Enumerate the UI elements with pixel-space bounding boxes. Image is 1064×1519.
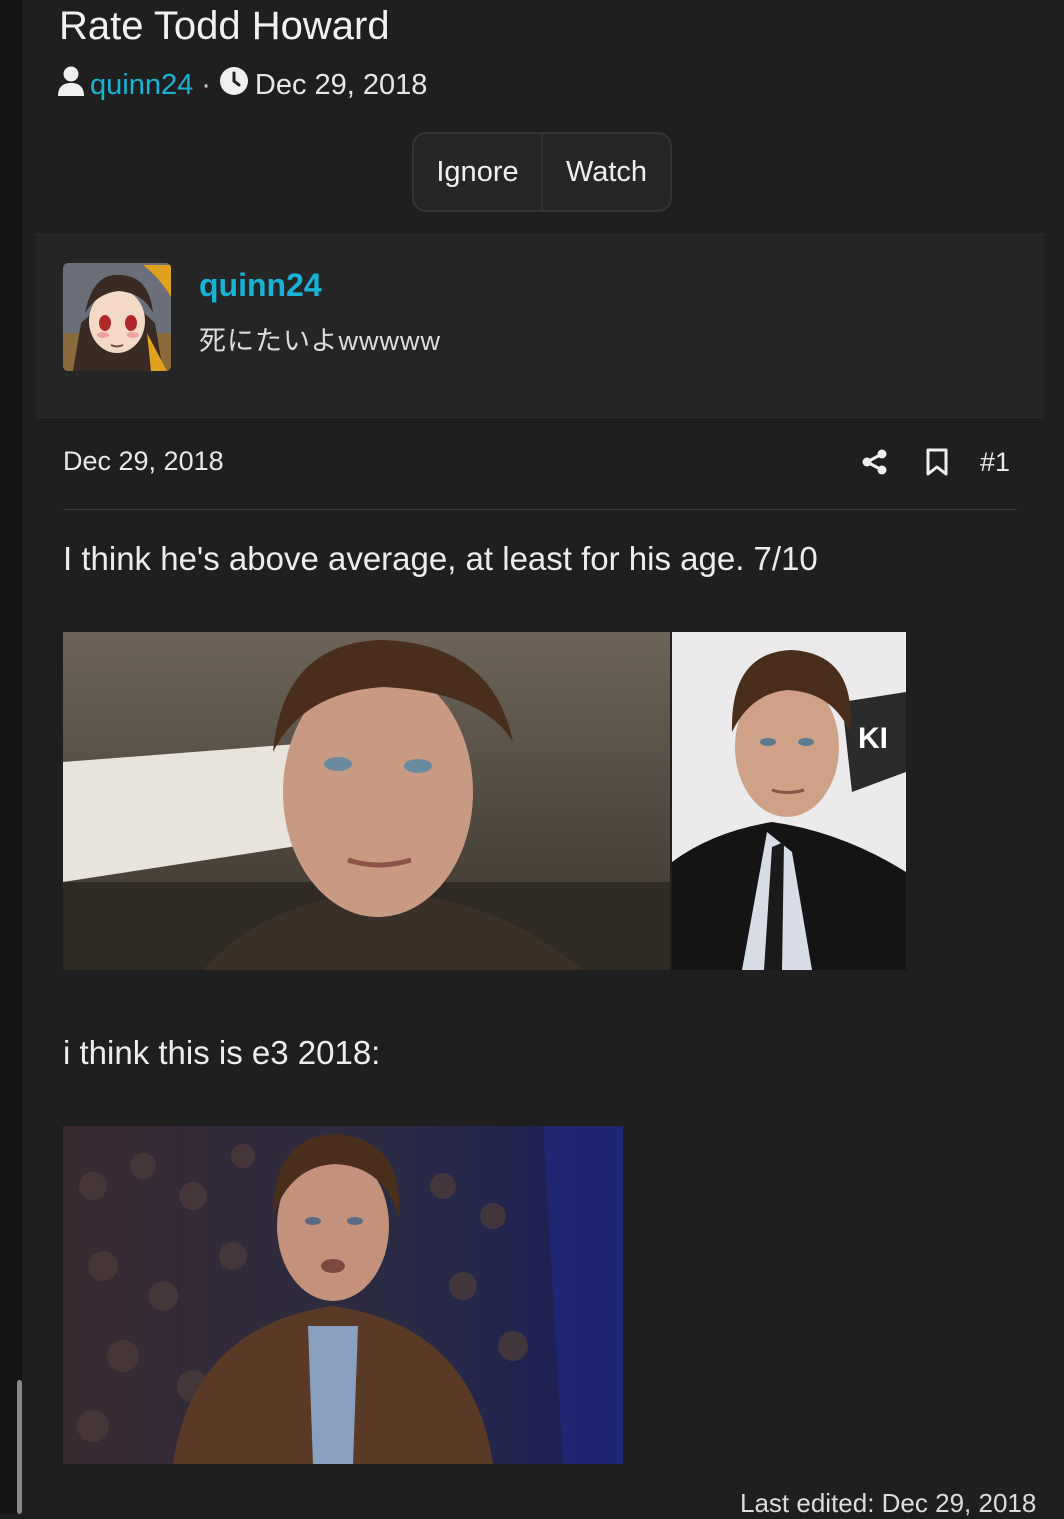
thread-page: Rate Todd Howard quinn24 · Dec 29, 2018 … <box>22 0 1064 1518</box>
post-username[interactable]: quinn24 <box>199 267 322 304</box>
meta-separator: · <box>201 68 211 101</box>
thread-title: Rate Todd Howard <box>59 4 390 48</box>
clock-icon <box>219 66 249 104</box>
thread-action-buttons: Ignore Watch <box>412 132 672 212</box>
ignore-button[interactable]: Ignore <box>414 134 541 210</box>
post-text-2: i think this is e3 2018: <box>63 1034 381 1071</box>
post-image-portrait-closeup[interactable] <box>63 632 670 970</box>
post-header-divider <box>63 509 1017 510</box>
user-title: 死にたいよwwwww <box>199 326 441 356</box>
last-edited-note: Last edited: Dec 29, 2018 <box>740 1488 1037 1518</box>
post-date[interactable]: Dec 29, 2018 <box>63 446 224 477</box>
post-image-red-carpet[interactable]: KI <box>672 632 906 970</box>
post-actions: #1 <box>860 444 1010 480</box>
watch-button[interactable]: Watch <box>541 134 670 210</box>
user-icon <box>58 66 84 104</box>
thread-date[interactable]: Dec 29, 2018 <box>255 69 428 102</box>
thread-meta: quinn24 · Dec 29, 2018 <box>58 66 427 104</box>
post-text-1: I think he's above average, at least for… <box>63 540 818 577</box>
post-image-e3-stage[interactable] <box>63 1126 623 1464</box>
avatar[interactable] <box>63 263 171 371</box>
svg-text:KI: KI <box>858 722 888 755</box>
share-icon[interactable] <box>860 447 890 477</box>
user-card-pointer <box>92 392 140 416</box>
thread-author-link[interactable]: quinn24 <box>90 69 193 102</box>
user-card: quinn24 死にたいよwwwww <box>36 234 1044 418</box>
post-number-link[interactable]: #1 <box>980 447 1010 478</box>
bookmark-icon[interactable] <box>922 447 952 477</box>
left-rail <box>0 0 22 1514</box>
